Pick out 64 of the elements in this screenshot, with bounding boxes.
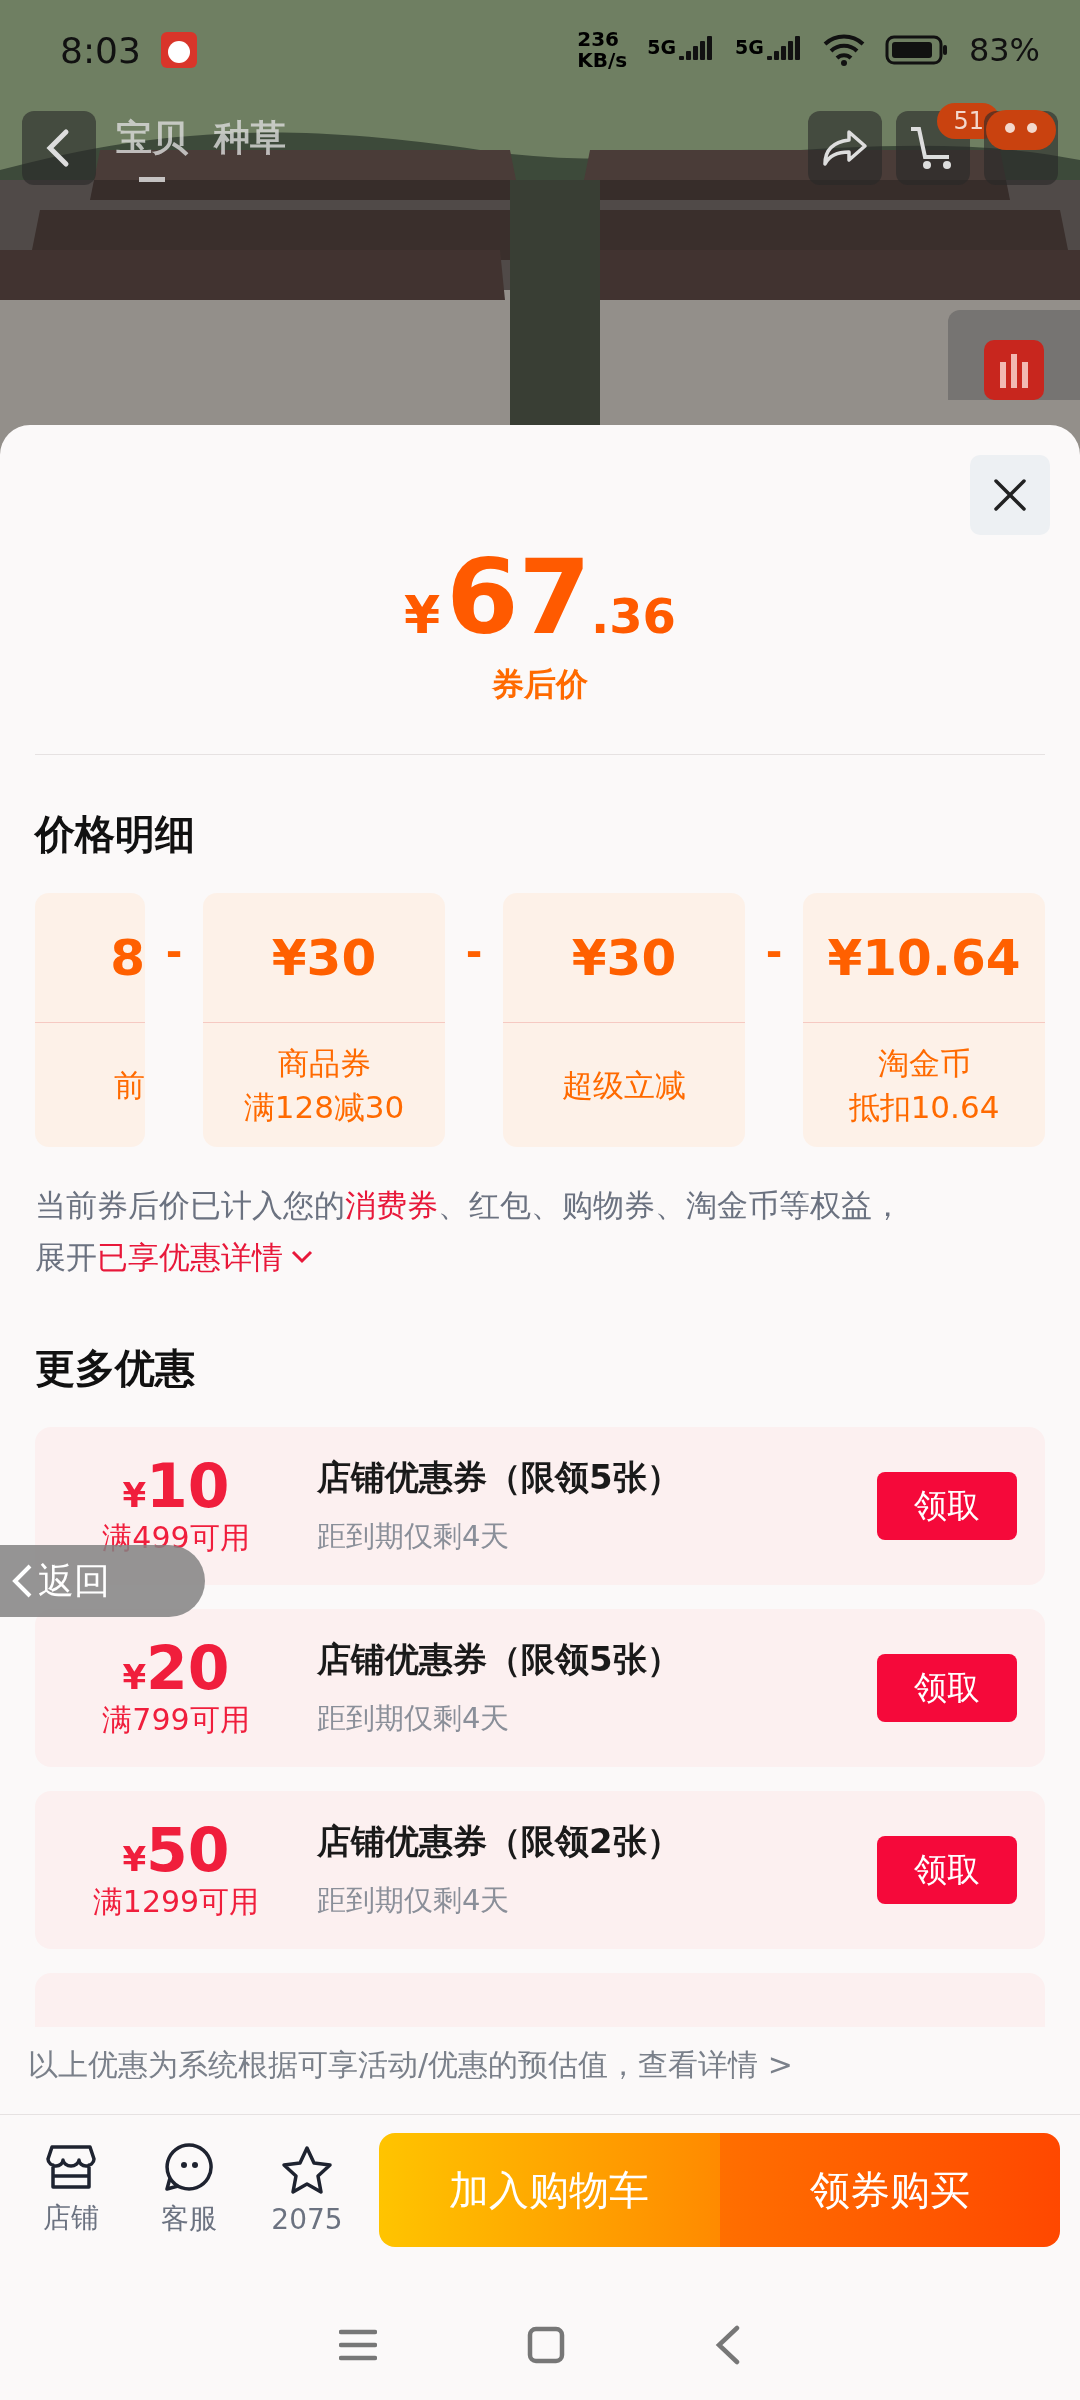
coupon-expiry: 距到期仅剩4天: [317, 1700, 511, 1737]
chevron-down-icon: [291, 1250, 313, 1264]
menu-icon[interactable]: [339, 2329, 377, 2361]
section-title: 更多优惠: [35, 1344, 196, 1393]
breakdown-amount: ¥10.64: [827, 928, 1021, 987]
message-button[interactable]: [984, 111, 1058, 185]
breakdown-label: 商品券: [277, 1044, 371, 1083]
breakdown-label: 满128减30: [243, 1088, 405, 1127]
breakdown-label: 超级立减: [562, 1066, 686, 1105]
breakdown-label: 抵扣10.64: [848, 1088, 1000, 1127]
buy-button[interactable]: 领券购买: [719, 2133, 1060, 2247]
close-button[interactable]: [970, 455, 1050, 535]
network-speed-unit: KB/s: [577, 50, 628, 71]
share-icon: [821, 128, 869, 168]
status-time: 8:03: [60, 29, 141, 71]
network-type: 5G: [735, 36, 764, 58]
share-button[interactable]: [808, 111, 882, 185]
chevron-left-icon: [10, 1563, 34, 1599]
coupon-condition: 满1299可用: [92, 1882, 260, 1921]
network-speed: 236: [577, 29, 620, 50]
coupon-amount: ¥20: [122, 1635, 230, 1700]
discount-details-link[interactable]: 已享优惠详情: [97, 1231, 313, 1283]
chart-bars-icon[interactable]: [984, 340, 1044, 400]
coupon-condition: 满799可用: [102, 1700, 250, 1739]
app-notification-icon: [160, 32, 197, 68]
back-icon[interactable]: [715, 2325, 741, 2365]
store-button[interactable]: 店铺: [25, 2143, 117, 2237]
claim-button[interactable]: 领取: [877, 1836, 1017, 1904]
breakdown-amount: ¥30: [271, 928, 377, 987]
breakdown-label: 前: [114, 1066, 145, 1105]
store-icon: [46, 2143, 96, 2191]
wifi-icon: [822, 34, 865, 66]
breakdown-amount: 8: [110, 928, 145, 987]
close-icon: [993, 478, 1027, 512]
header-tab[interactable]: 种草: [208, 114, 292, 182]
final-price: ¥67.36: [404, 545, 676, 649]
battery-icon: [884, 35, 949, 65]
coupon-expiry: 距到期仅剩4天: [317, 1882, 511, 1919]
back-button[interactable]: [22, 111, 96, 185]
claim-button[interactable]: 领取: [877, 1654, 1017, 1722]
breakdown-label: 淘金币: [877, 1044, 971, 1083]
header-tab[interactable]: 宝贝: [110, 114, 194, 182]
price-label: 券后价: [492, 664, 588, 705]
coupon-expiry: 距到期仅剩4天: [317, 1518, 511, 1555]
section-title: 价格明细: [35, 810, 196, 859]
favorite-button[interactable]: 2075: [261, 2144, 353, 2236]
coupon-amount: ¥10: [122, 1453, 230, 1518]
coupon-title: 店铺优惠券（限领2张）: [317, 1820, 682, 1863]
price-note: 当前券后价已计入您的消费券、红包、购物券、淘金币等权益，: [35, 1186, 904, 1225]
claim-button[interactable]: 领取: [877, 1472, 1017, 1540]
network-type: 5G: [647, 36, 677, 58]
coupon-amount: ¥50: [122, 1817, 230, 1882]
minus-sign: -: [164, 928, 184, 975]
price-note: 展开已享优惠详情: [35, 1231, 1045, 1283]
breakdown-amount: ¥30: [571, 928, 677, 987]
minus-sign: -: [764, 928, 784, 975]
coupon-title: 店铺优惠券（限领5张）: [317, 1638, 682, 1681]
star-icon: [281, 2144, 333, 2195]
home-icon[interactable]: [527, 2326, 565, 2364]
battery-level: 83%: [968, 31, 1040, 69]
minus-sign: -: [464, 928, 484, 975]
service-button[interactable]: 客服: [143, 2142, 235, 2238]
coupon-title: 店铺优惠券（限领5张）: [317, 1456, 682, 1499]
chat-face-icon: [164, 2142, 214, 2192]
